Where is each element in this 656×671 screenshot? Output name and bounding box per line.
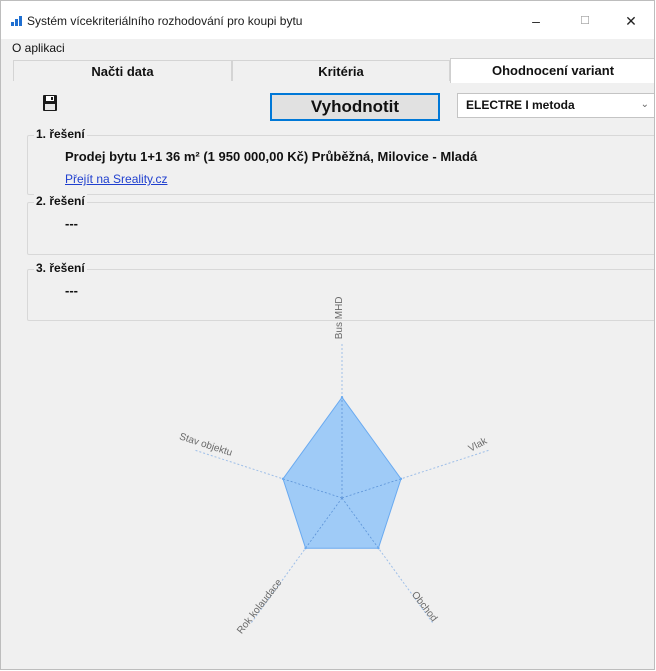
tab-bar: Načti data Kritéria Ohodnocení variant <box>13 58 654 83</box>
radar-axis-label: Stav objektu <box>178 431 234 458</box>
tab-ohodnoceni-variant[interactable]: Ohodnocení variant <box>450 58 654 83</box>
radar-axis-label: Bus MHD <box>334 296 345 339</box>
app-window: Systém vícekriteriálního rozhodování pro… <box>0 0 655 670</box>
tab-nacti-data[interactable]: Načti data <box>13 60 232 81</box>
radar-axis-label: Vlak <box>467 435 490 454</box>
title-bar: Systém vícekriteriálního rozhodování pro… <box>1 1 654 39</box>
close-button[interactable]: ✕ <box>613 9 649 33</box>
radar-chart: Bus MHD Vlak Obchod Rok kolaudace Stav objek… <box>178 296 490 636</box>
tab-kriteria[interactable]: Kritéria <box>232 60 450 81</box>
maximize-button[interactable]: ☐ <box>567 9 603 33</box>
radar-point <box>281 477 285 481</box>
radar-point <box>399 477 403 481</box>
evaluation-panel: Vyhodnotit ELECTRE I metoda ⌄ 1. řešení … <box>13 83 654 669</box>
minimize-button[interactable]: – <box>518 9 554 33</box>
radar-point <box>340 396 344 399</box>
window-title: Systém vícekriteriálního rozhodování pro… <box>27 14 303 28</box>
radar-point <box>304 546 307 550</box>
radar-axis-label: Obchod <box>409 590 439 624</box>
radar-axis-label: Rok kolaudace <box>235 577 285 636</box>
app-icon <box>11 16 23 26</box>
menu-bar: O aplikaci <box>1 39 654 58</box>
menu-item-about[interactable]: O aplikaci <box>12 41 65 55</box>
radar-point <box>377 546 380 550</box>
